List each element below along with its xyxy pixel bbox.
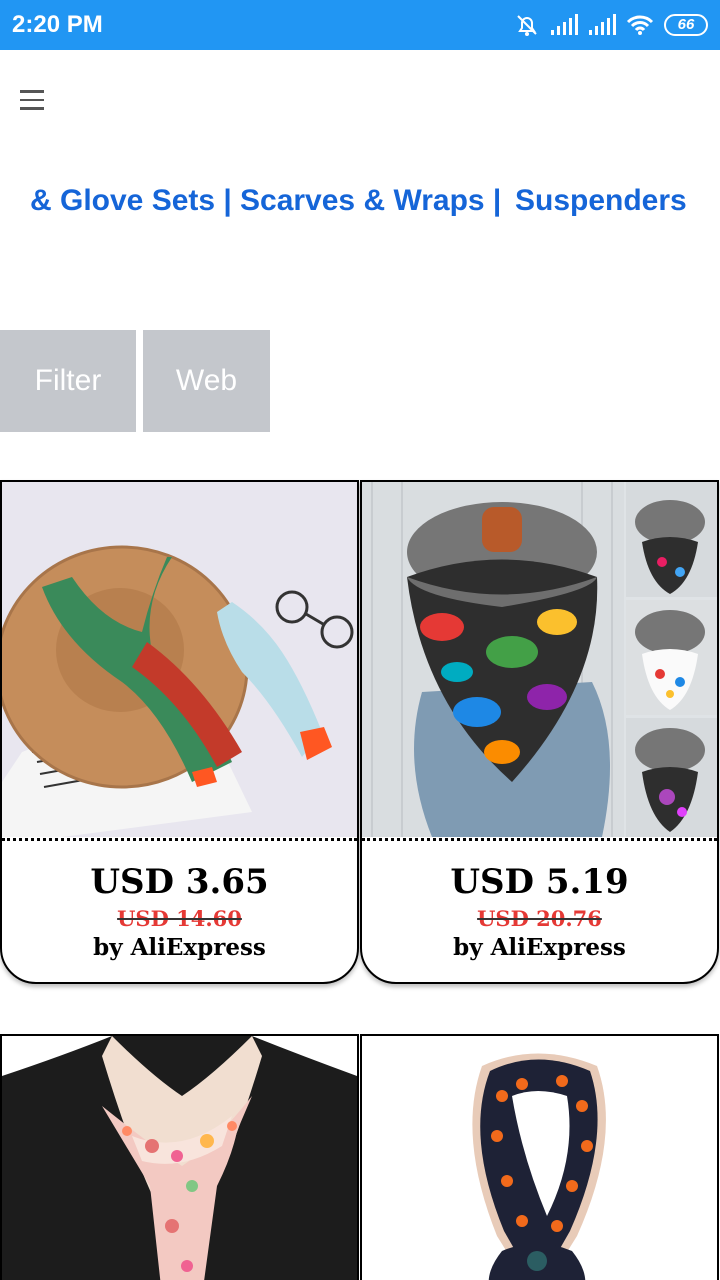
filter-button[interactable]: Filter — [0, 330, 136, 432]
divider — [362, 838, 717, 841]
product-price: USD 5.19 — [450, 862, 629, 902]
battery-icon: 66 — [664, 14, 708, 36]
status-bar: 2:20 PM 66 — [0, 0, 720, 50]
product-seller: by AliExpress — [93, 934, 266, 961]
product-card[interactable] — [360, 1034, 719, 1280]
product-price: USD 3.65 — [90, 862, 269, 902]
product-card[interactable]: USD 3.65 USD 14.60 by AliExpress — [0, 480, 359, 984]
web-button[interactable]: Web — [143, 330, 270, 432]
category-suspenders[interactable]: Suspenders — [515, 184, 687, 218]
category-scarves-wraps[interactable]: Scarves & Wraps | — [240, 184, 501, 218]
divider — [2, 838, 357, 841]
product-card[interactable] — [0, 1034, 359, 1280]
product-image — [362, 1036, 717, 1280]
wifi-icon — [626, 14, 654, 36]
product-old-price: USD 14.60 — [117, 906, 242, 931]
product-old-price: USD 20.76 — [477, 906, 602, 931]
product-image — [2, 1036, 357, 1280]
product-image — [362, 482, 717, 837]
product-seller: by AliExpress — [453, 934, 626, 961]
product-image — [2, 482, 357, 837]
alarm-off-icon — [514, 13, 540, 37]
category-strip[interactable]: & Glove Sets | Scarves & Wraps | Suspend… — [0, 178, 720, 228]
signal-icon-2 — [588, 14, 616, 36]
status-icons: 66 — [514, 12, 708, 38]
menu-icon[interactable] — [18, 84, 48, 114]
product-card[interactable]: USD 5.19 USD 20.76 by AliExpress — [360, 480, 719, 984]
status-time: 2:20 PM — [12, 11, 103, 38]
category-glove-sets[interactable]: & Glove Sets | — [30, 184, 232, 218]
signal-icon-1 — [550, 14, 578, 36]
